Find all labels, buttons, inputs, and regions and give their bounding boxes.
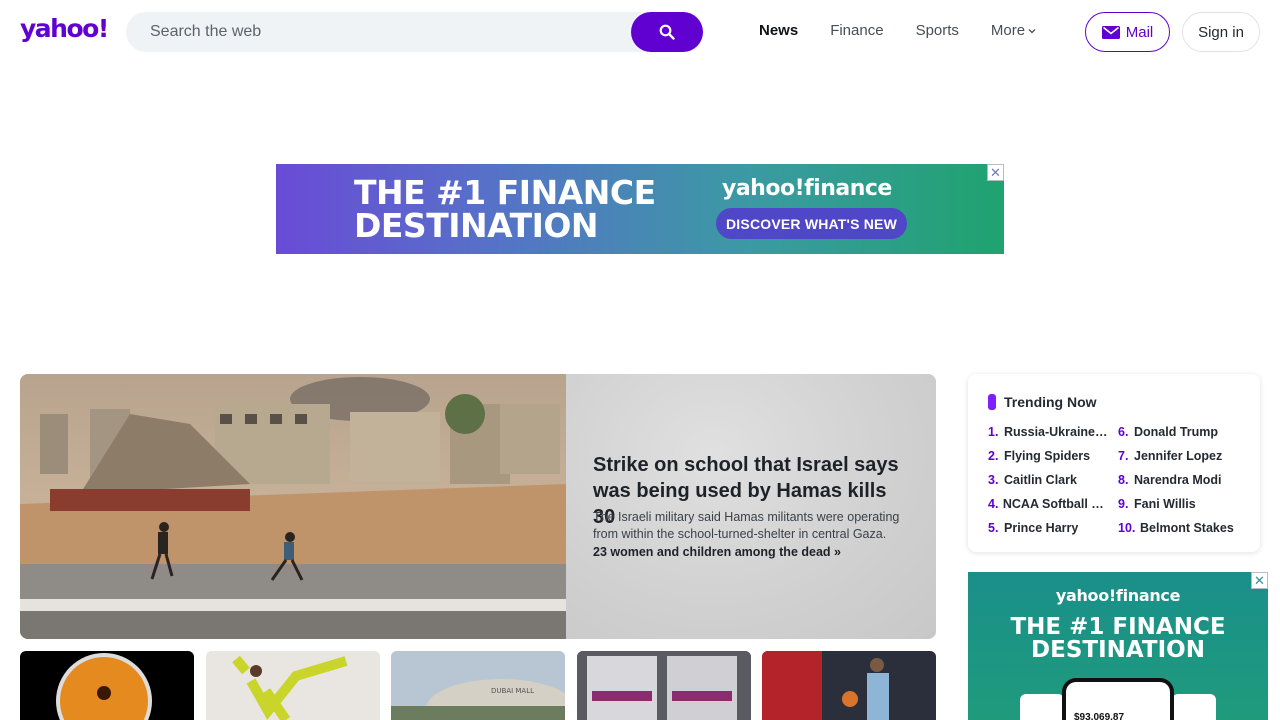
trending-label: Russia-Ukraine ... xyxy=(1004,425,1108,439)
side-ad-headline-line2: DESTINATION xyxy=(1031,637,1205,663)
trending-item[interactable]: 6. Donald Trump xyxy=(1118,424,1248,440)
side-ad-phone-mockup: $93,069.87 xyxy=(1062,678,1174,720)
trending-label: Flying Spiders xyxy=(1004,449,1091,463)
mail-button[interactable]: Mail xyxy=(1085,12,1170,52)
nav-more[interactable]: More xyxy=(991,22,1036,39)
hero-text-panel: Strike on school that Israel says was be… xyxy=(566,374,936,639)
mail-icon xyxy=(1101,25,1120,39)
ad-headline-line2: DESTINATION xyxy=(354,206,599,245)
story-thumbnail-2[interactable] xyxy=(206,651,380,720)
trending-item[interactable]: 8. Narendra Modi xyxy=(1118,472,1248,488)
trending-label: Fani Willis xyxy=(1134,497,1196,511)
trending-accent-bar xyxy=(988,394,996,410)
trending-rank: 10. xyxy=(1118,521,1136,535)
svg-text:DUBAI MALL: DUBAI MALL xyxy=(491,687,534,695)
trending-now-panel: Trending Now 1. Russia-Ukraine ... 2. Flyi… xyxy=(968,374,1260,552)
trending-rank: 4. xyxy=(988,497,999,511)
finance-side-ad[interactable]: yahoo!finance THE #1 FINANCE DESTINATION… xyxy=(968,572,1268,720)
side-ad-phone-value: $93,069.87 xyxy=(1074,712,1125,720)
trending-label: NCAA Softball To... xyxy=(1002,497,1108,511)
side-ad-close-icon[interactable]: ✕ xyxy=(1251,572,1268,589)
trending-item[interactable]: 1. Russia-Ukraine ... xyxy=(988,424,1108,440)
trending-item[interactable]: 5. Prince Harry xyxy=(988,520,1108,536)
side-ad-headline: THE #1 FINANCE DESTINATION xyxy=(968,616,1268,662)
side-ad-headline-line1: THE #1 FINANCE xyxy=(1010,614,1226,640)
trending-rank: 8. xyxy=(1118,473,1129,487)
finance-ad-banner[interactable]: THE #1 FINANCE DESTINATION yahoo!finance… xyxy=(276,164,1004,254)
trending-label: Jennifer Lopez xyxy=(1134,449,1223,463)
trending-item[interactable]: 4. NCAA Softball To... xyxy=(988,496,1108,512)
search-bar xyxy=(126,12,703,52)
ad-brand-logo: yahoo!finance xyxy=(722,176,892,201)
ad-headline-line1: THE #1 FINANCE xyxy=(354,173,656,212)
trending-label: Belmont Stakes xyxy=(1140,521,1234,535)
yahoo-logo[interactable]: yahoo! xyxy=(20,14,109,43)
trending-rank: 3. xyxy=(988,473,999,487)
trending-item[interactable]: 2. Flying Spiders xyxy=(988,448,1108,464)
nav-finance[interactable]: Finance xyxy=(830,22,883,39)
ad-close-icon[interactable]: ✕ xyxy=(987,164,1004,181)
hero-summary: The Israeli military said Hamas militant… xyxy=(593,510,900,541)
trending-item[interactable]: 7. Jennifer Lopez xyxy=(1118,448,1248,464)
top-nav: News Finance Sports More xyxy=(759,22,1036,39)
trending-column-right: 6. Donald Trump 7. Jennifer Lopez 8. Narend… xyxy=(1118,424,1248,536)
trending-rank: 6. xyxy=(1118,425,1129,439)
trending-label: Caitlin Clark xyxy=(1004,473,1077,487)
side-ad-phone-screen: $93,069.87 xyxy=(1066,682,1170,720)
side-ad-card-right xyxy=(1172,694,1216,720)
chevron-down-icon xyxy=(1028,28,1036,33)
hero-story[interactable]: Strike on school that Israel says was be… xyxy=(20,374,936,639)
side-ad-brand-logo: yahoo!finance xyxy=(1055,586,1181,605)
story-thumbnail-1[interactable] xyxy=(20,651,194,720)
trending-header: Trending Now xyxy=(988,394,1097,410)
header: yahoo! News Finance Sports More Mail Sig… xyxy=(0,0,1280,64)
trending-rank: 9. xyxy=(1118,497,1129,511)
trending-item[interactable]: 10. Belmont Stakes xyxy=(1118,520,1248,536)
nav-sports[interactable]: Sports xyxy=(916,22,959,39)
trending-column-left: 1. Russia-Ukraine ... 2. Flying Spiders 3.… xyxy=(988,424,1108,536)
trending-rank: 1. xyxy=(988,425,999,439)
trending-item[interactable]: 3. Caitlin Clark xyxy=(988,472,1108,488)
nav-more-label: More xyxy=(990,22,1026,39)
hero-image xyxy=(20,374,566,639)
trending-rank: 7. xyxy=(1118,449,1129,463)
trending-title: Trending Now xyxy=(1004,394,1097,410)
trending-item[interactable]: 9. Fani Willis xyxy=(1118,496,1248,512)
story-thumbnail-5[interactable] xyxy=(762,651,936,720)
hero-related-link[interactable]: 23 women and children among the dead » xyxy=(593,545,841,559)
story-thumbnail-4[interactable] xyxy=(577,651,751,720)
ad-headline: THE #1 FINANCE DESTINATION xyxy=(354,176,656,242)
trending-rank: 2. xyxy=(988,449,999,463)
search-icon xyxy=(659,24,675,40)
trending-rank: 5. xyxy=(988,521,999,535)
nav-news[interactable]: News xyxy=(759,22,798,39)
search-input[interactable] xyxy=(150,12,620,52)
mail-label: Mail xyxy=(1125,23,1154,41)
sign-in-button[interactable]: Sign in xyxy=(1182,12,1260,52)
story-thumbnail-3[interactable]: DUBAI MALL xyxy=(391,651,565,720)
search-button[interactable] xyxy=(631,12,703,52)
ad-cta-button[interactable]: DISCOVER WHAT'S NEW xyxy=(716,208,907,239)
trending-label: Prince Harry xyxy=(1004,521,1079,535)
trending-label: Narendra Modi xyxy=(1134,473,1222,487)
trending-label: Donald Trump xyxy=(1134,425,1219,439)
side-ad-card-left xyxy=(1020,694,1064,720)
